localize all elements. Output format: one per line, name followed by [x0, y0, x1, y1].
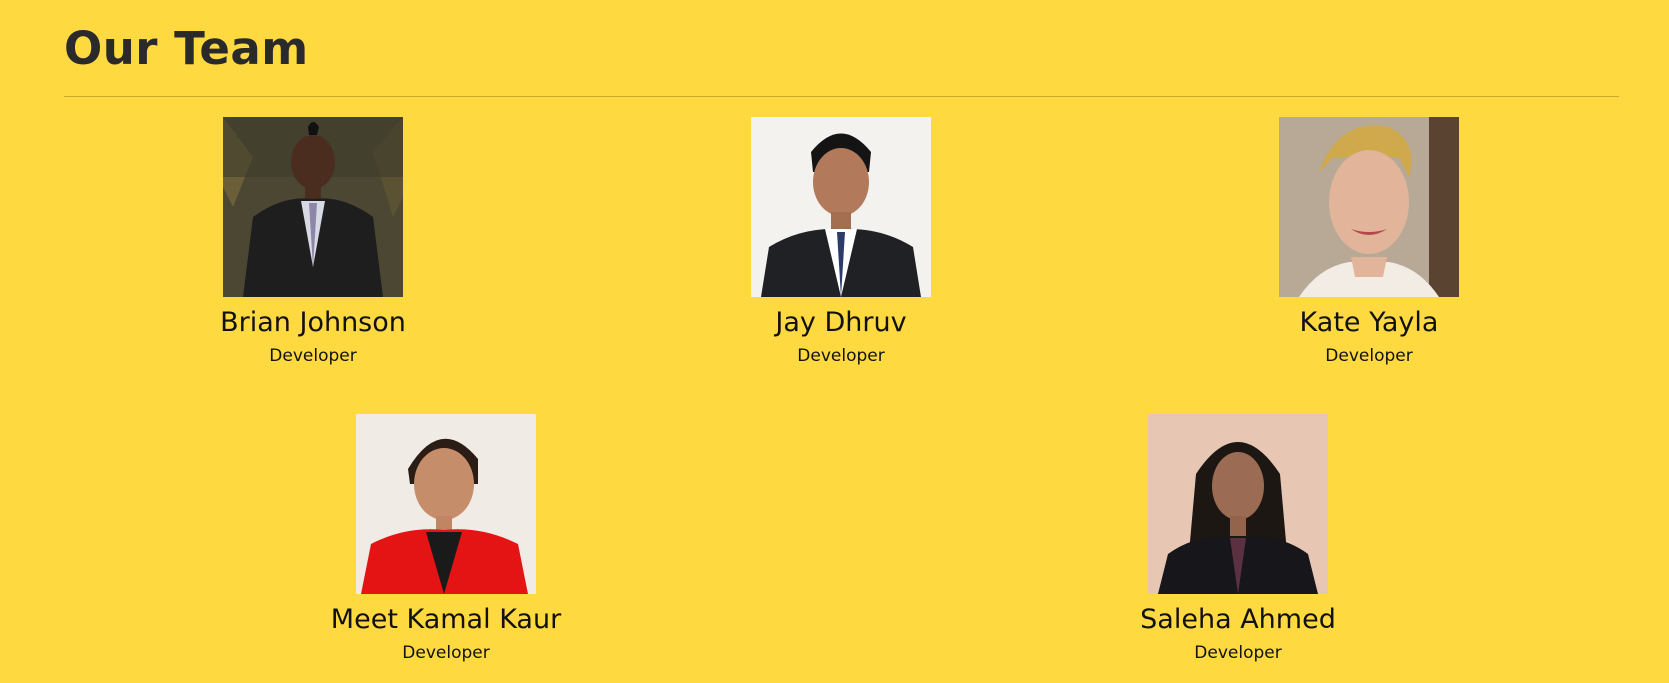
team-member-role: Developer: [1325, 346, 1413, 366]
team-member-role: Developer: [797, 346, 885, 366]
team-member-photo: [1279, 117, 1459, 297]
team-member-card: Brian Johnson Developer: [163, 117, 463, 366]
team-member-name: Kate Yayla: [1299, 307, 1439, 338]
team-member-name: Meet Kamal Kaur: [330, 604, 562, 635]
title-divider: [64, 96, 1619, 97]
team-member-name: Jay Dhruv: [775, 307, 907, 338]
team-member-role: Developer: [402, 643, 490, 663]
team-member-role: Developer: [269, 346, 357, 366]
team-member-card: Kate Yayla Developer: [1219, 117, 1519, 366]
team-member-photo: [223, 117, 403, 297]
team-member-card: Jay Dhruv Developer: [691, 117, 991, 366]
team-member-photo: [356, 414, 536, 594]
team-member-card: Meet Kamal Kaur Developer: [296, 414, 596, 663]
team-member-name: Brian Johnson: [220, 307, 406, 338]
team-member-name: Saleha Ahmed: [1140, 604, 1336, 635]
team-member-card: Saleha Ahmed Developer: [1088, 414, 1388, 663]
team-member-role: Developer: [1194, 643, 1282, 663]
page-title: Our Team: [64, 22, 309, 75]
team-member-photo: [1148, 414, 1328, 594]
team-member-photo: [751, 117, 931, 297]
